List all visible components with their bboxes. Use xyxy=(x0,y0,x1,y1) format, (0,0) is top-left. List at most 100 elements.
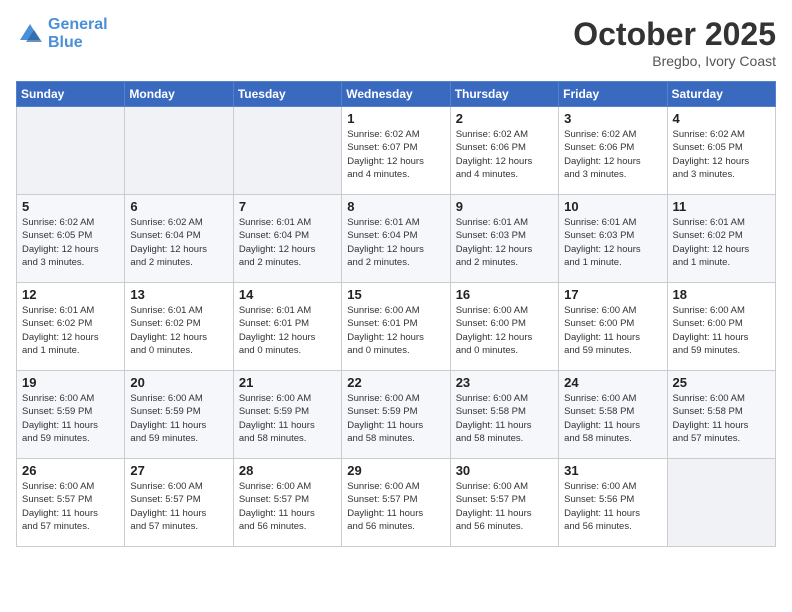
title-block: October 2025 Bregbo, Ivory Coast xyxy=(573,16,776,69)
day-info: Sunrise: 6:00 AM Sunset: 5:58 PM Dayligh… xyxy=(564,392,661,445)
calendar-cell: 31 Sunrise: 6:00 AM Sunset: 5:56 PM Dayli… xyxy=(559,459,667,547)
day-number: 17 xyxy=(564,287,661,302)
day-info: Sunrise: 6:00 AM Sunset: 5:57 PM Dayligh… xyxy=(130,480,227,533)
calendar-cell: 6 Sunrise: 6:02 AM Sunset: 6:04 PM Daylig… xyxy=(125,195,233,283)
day-number: 4 xyxy=(673,111,770,126)
calendar-cell: 3Sunrise: 6:02 AM Sunset: 6:06 PM Daylig… xyxy=(559,107,667,195)
day-number: 12 xyxy=(22,287,119,302)
day-number: 13 xyxy=(130,287,227,302)
weekday-header: Saturday xyxy=(667,82,775,107)
calendar-cell: 16 Sunrise: 6:00 AM Sunset: 6:00 PM Dayli… xyxy=(450,283,558,371)
day-number: 22 xyxy=(347,375,444,390)
day-number: 7 xyxy=(239,199,336,214)
calendar-cell: 15 Sunrise: 6:00 AM Sunset: 6:01 PM Dayli… xyxy=(342,283,450,371)
calendar-cell: 24 Sunrise: 6:00 AM Sunset: 5:58 PM Dayli… xyxy=(559,371,667,459)
day-number: 19 xyxy=(22,375,119,390)
day-number: 26 xyxy=(22,463,119,478)
day-info: Sunrise: 6:00 AM Sunset: 5:59 PM Dayligh… xyxy=(130,392,227,445)
day-info: Sunrise: 6:02 AM Sunset: 6:07 PM Dayligh… xyxy=(347,128,444,181)
calendar-cell: 12 Sunrise: 6:01 AM Sunset: 6:02 PM Dayli… xyxy=(17,283,125,371)
day-info: Sunrise: 6:02 AM Sunset: 6:05 PM Dayligh… xyxy=(22,216,119,269)
calendar-week-row: 1 Sunrise: 6:02 AM Sunset: 6:07 PM Daylig… xyxy=(17,107,776,195)
day-info: Sunrise: 6:02 AM Sunset: 6:04 PM Dayligh… xyxy=(130,216,227,269)
calendar-cell: 18 Sunrise: 6:00 AM Sunset: 6:00 PM Dayli… xyxy=(667,283,775,371)
weekday-header: Friday xyxy=(559,82,667,107)
day-info: Sunrise: 6:01 AM Sunset: 6:04 PM Dayligh… xyxy=(347,216,444,269)
logo-icon xyxy=(16,20,44,48)
day-number: 25 xyxy=(673,375,770,390)
day-number: 14 xyxy=(239,287,336,302)
calendar-body: 1 Sunrise: 6:02 AM Sunset: 6:07 PM Daylig… xyxy=(17,107,776,547)
day-info: Sunrise: 6:01 AM Sunset: 6:04 PM Dayligh… xyxy=(239,216,336,269)
day-info: Sunrise: 6:01 AM Sunset: 6:02 PM Dayligh… xyxy=(22,304,119,357)
day-info: Sunrise: 6:01 AM Sunset: 6:03 PM Dayligh… xyxy=(564,216,661,269)
weekday-header: Sunday xyxy=(17,82,125,107)
weekday-header: Thursday xyxy=(450,82,558,107)
day-info: Sunrise: 6:00 AM Sunset: 5:57 PM Dayligh… xyxy=(239,480,336,533)
calendar-cell: 9Sunrise: 6:01 AM Sunset: 6:03 PM Daylig… xyxy=(450,195,558,283)
day-info: Sunrise: 6:00 AM Sunset: 6:00 PM Dayligh… xyxy=(456,304,553,357)
calendar-cell: 30 Sunrise: 6:00 AM Sunset: 5:57 PM Dayli… xyxy=(450,459,558,547)
day-number: 9 xyxy=(456,199,553,214)
day-number: 8 xyxy=(347,199,444,214)
day-number: 27 xyxy=(130,463,227,478)
page-header: General Blue October 2025 Bregbo, Ivory … xyxy=(16,16,776,69)
weekday-row: SundayMondayTuesdayWednesdayThursdayFrid… xyxy=(17,82,776,107)
day-number: 24 xyxy=(564,375,661,390)
day-number: 18 xyxy=(673,287,770,302)
weekday-header: Monday xyxy=(125,82,233,107)
calendar-cell: 8 Sunrise: 6:01 AM Sunset: 6:04 PM Daylig… xyxy=(342,195,450,283)
calendar-week-row: 26 Sunrise: 6:00 AM Sunset: 5:57 PM Dayli… xyxy=(17,459,776,547)
calendar-cell: 23Sunrise: 6:00 AM Sunset: 5:58 PM Dayli… xyxy=(450,371,558,459)
day-number: 1 xyxy=(347,111,444,126)
day-info: Sunrise: 6:00 AM Sunset: 6:00 PM Dayligh… xyxy=(673,304,770,357)
day-info: Sunrise: 6:00 AM Sunset: 5:57 PM Dayligh… xyxy=(22,480,119,533)
calendar-week-row: 5 Sunrise: 6:02 AM Sunset: 6:05 PM Daylig… xyxy=(17,195,776,283)
day-number: 21 xyxy=(239,375,336,390)
day-info: Sunrise: 6:00 AM Sunset: 5:59 PM Dayligh… xyxy=(347,392,444,445)
day-info: Sunrise: 6:00 AM Sunset: 5:58 PM Dayligh… xyxy=(673,392,770,445)
day-number: 31 xyxy=(564,463,661,478)
day-info: Sunrise: 6:00 AM Sunset: 5:57 PM Dayligh… xyxy=(347,480,444,533)
day-number: 15 xyxy=(347,287,444,302)
location: Bregbo, Ivory Coast xyxy=(573,53,776,69)
calendar-header: SundayMondayTuesdayWednesdayThursdayFrid… xyxy=(17,82,776,107)
calendar-week-row: 19 Sunrise: 6:00 AM Sunset: 5:59 PM Dayli… xyxy=(17,371,776,459)
calendar-cell: 25 Sunrise: 6:00 AM Sunset: 5:58 PM Dayli… xyxy=(667,371,775,459)
calendar-cell xyxy=(233,107,341,195)
day-info: Sunrise: 6:01 AM Sunset: 6:02 PM Dayligh… xyxy=(130,304,227,357)
calendar-cell: 21Sunrise: 6:00 AM Sunset: 5:59 PM Dayli… xyxy=(233,371,341,459)
day-number: 6 xyxy=(130,199,227,214)
day-info: Sunrise: 6:01 AM Sunset: 6:01 PM Dayligh… xyxy=(239,304,336,357)
calendar-cell: 10Sunrise: 6:01 AM Sunset: 6:03 PM Dayli… xyxy=(559,195,667,283)
calendar-cell: 26 Sunrise: 6:00 AM Sunset: 5:57 PM Dayli… xyxy=(17,459,125,547)
logo: General Blue xyxy=(16,16,108,51)
logo-line2: Blue xyxy=(48,34,108,52)
day-info: Sunrise: 6:00 AM Sunset: 5:57 PM Dayligh… xyxy=(456,480,553,533)
day-number: 2 xyxy=(456,111,553,126)
calendar-cell: 5 Sunrise: 6:02 AM Sunset: 6:05 PM Daylig… xyxy=(17,195,125,283)
day-info: Sunrise: 6:00 AM Sunset: 5:59 PM Dayligh… xyxy=(22,392,119,445)
calendar-cell: 20 Sunrise: 6:00 AM Sunset: 5:59 PM Dayli… xyxy=(125,371,233,459)
day-number: 5 xyxy=(22,199,119,214)
day-number: 16 xyxy=(456,287,553,302)
day-info: Sunrise: 6:00 AM Sunset: 5:56 PM Dayligh… xyxy=(564,480,661,533)
month-title: October 2025 xyxy=(573,16,776,53)
calendar-table: SundayMondayTuesdayWednesdayThursdayFrid… xyxy=(16,81,776,547)
calendar-cell xyxy=(667,459,775,547)
calendar-cell: 2 Sunrise: 6:02 AM Sunset: 6:06 PM Daylig… xyxy=(450,107,558,195)
day-info: Sunrise: 6:01 AM Sunset: 6:02 PM Dayligh… xyxy=(673,216,770,269)
day-info: Sunrise: 6:00 AM Sunset: 6:01 PM Dayligh… xyxy=(347,304,444,357)
day-number: 20 xyxy=(130,375,227,390)
day-number: 30 xyxy=(456,463,553,478)
logo-line1: General xyxy=(48,16,108,34)
calendar-cell: 4Sunrise: 6:02 AM Sunset: 6:05 PM Daylig… xyxy=(667,107,775,195)
calendar-cell: 11Sunrise: 6:01 AM Sunset: 6:02 PM Dayli… xyxy=(667,195,775,283)
calendar-cell: 1 Sunrise: 6:02 AM Sunset: 6:07 PM Daylig… xyxy=(342,107,450,195)
day-number: 23 xyxy=(456,375,553,390)
calendar-cell: 28Sunrise: 6:00 AM Sunset: 5:57 PM Dayli… xyxy=(233,459,341,547)
calendar-cell: 13 Sunrise: 6:01 AM Sunset: 6:02 PM Dayli… xyxy=(125,283,233,371)
day-info: Sunrise: 6:02 AM Sunset: 6:06 PM Dayligh… xyxy=(456,128,553,181)
calendar-cell: 29Sunrise: 6:00 AM Sunset: 5:57 PM Dayli… xyxy=(342,459,450,547)
calendar-cell: 27 Sunrise: 6:00 AM Sunset: 5:57 PM Dayli… xyxy=(125,459,233,547)
